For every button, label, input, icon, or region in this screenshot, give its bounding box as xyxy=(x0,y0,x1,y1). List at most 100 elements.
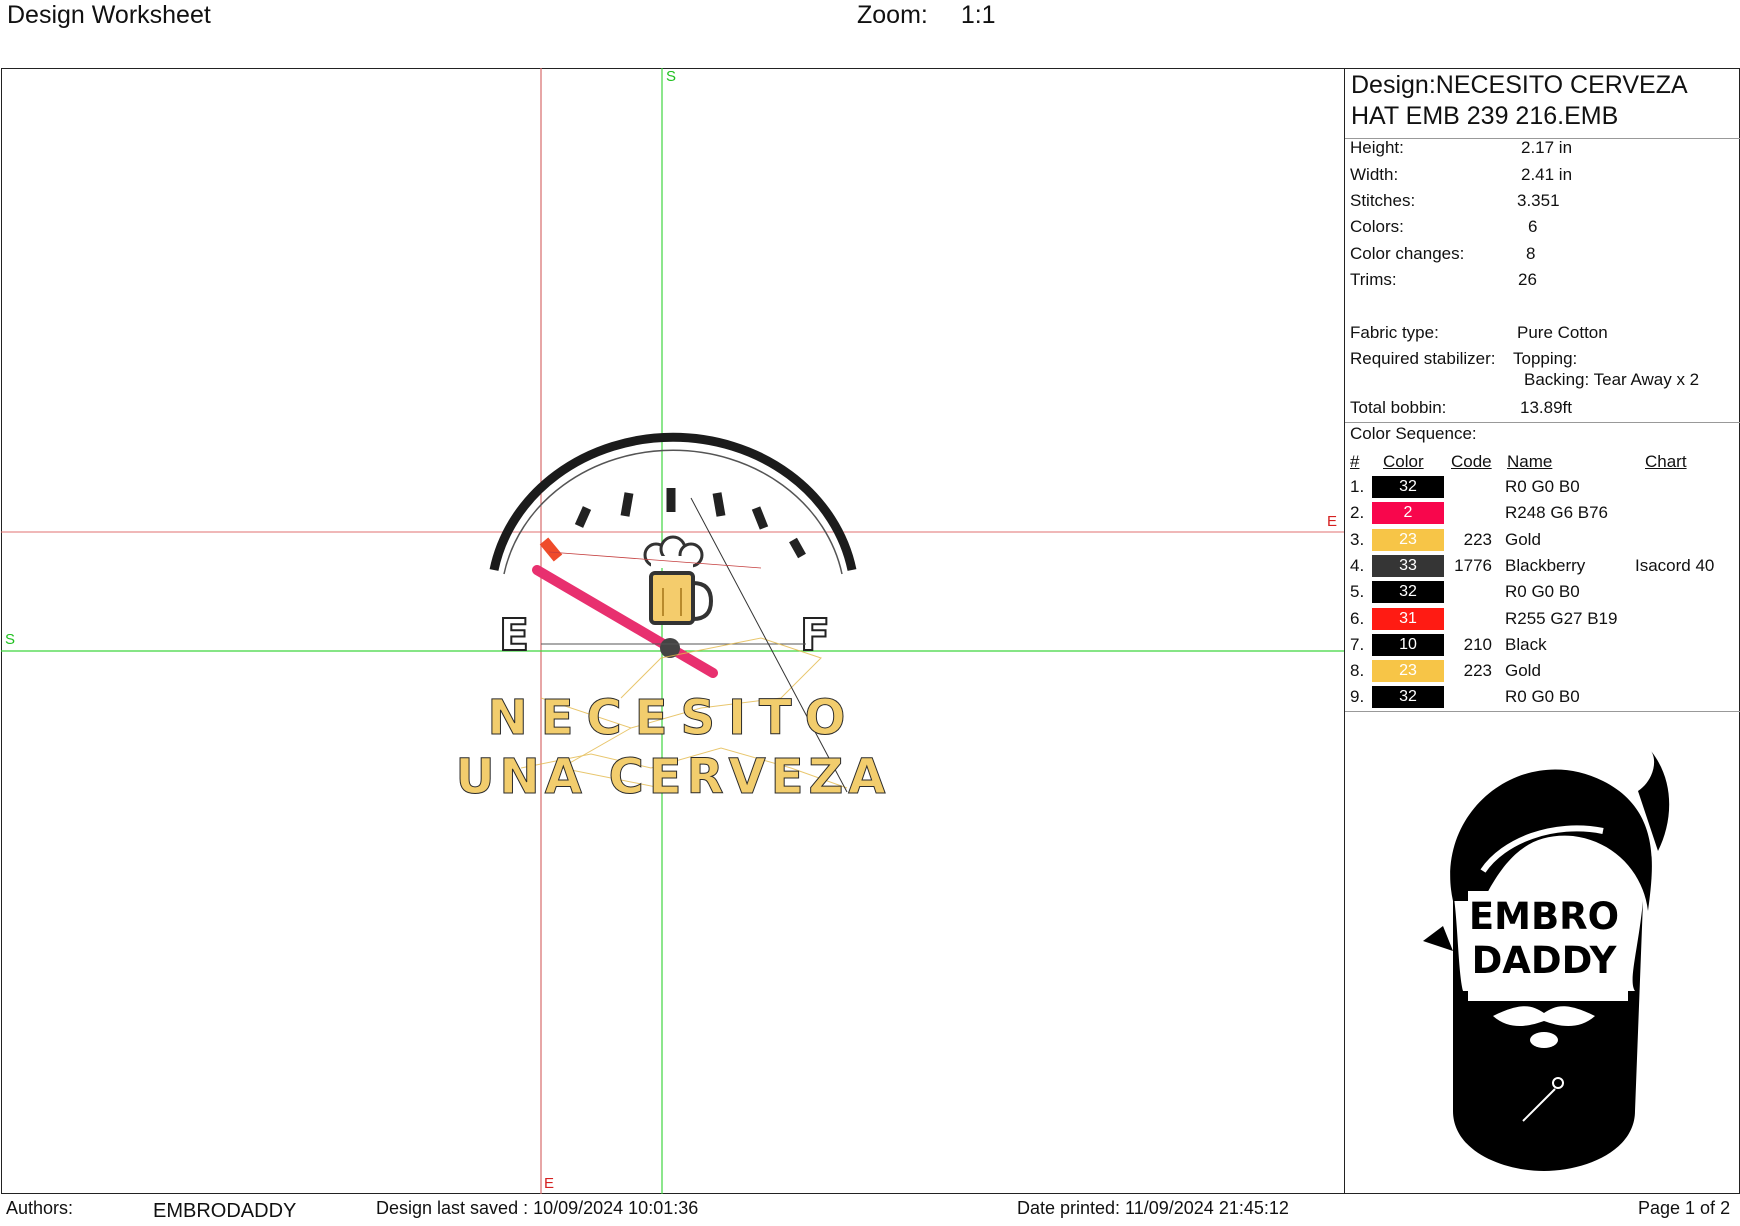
cs-row-number: 9. xyxy=(1350,687,1365,707)
design-info-panel: Design:NECESITO CERVEZA HAT EMB 239 216.… xyxy=(1344,68,1740,1194)
prop-label: Width: xyxy=(1350,165,1399,184)
color-swatch: 32 xyxy=(1372,686,1444,709)
color-swatch: 32 xyxy=(1372,581,1444,604)
prop-width: Width: 2.41 in xyxy=(1350,163,1730,187)
prop-label: Color changes: xyxy=(1350,244,1465,263)
empty-marker xyxy=(539,537,563,562)
color-swatch: 32 xyxy=(1372,476,1444,498)
cs-row-number: 8. xyxy=(1350,661,1365,681)
design-title: Design:NECESITO CERVEZA HAT EMB 239 216.… xyxy=(1351,70,1731,132)
cs-row-name: R255 G27 B19 xyxy=(1505,608,1618,628)
cs-row-name: Blackberry xyxy=(1505,555,1586,575)
design-preview: E F NECESITO UNA CERVEZA xyxy=(1,68,1344,1194)
divider xyxy=(1345,422,1740,423)
prop-label: Total bobbin: xyxy=(1350,398,1447,417)
prop-value: 6 xyxy=(1528,217,1538,236)
color-sequence-row: 3. 23 223 Gold xyxy=(1345,527,1740,553)
prop-label: Fabric type: xyxy=(1350,323,1439,342)
prop-height: Height: 2.17 in xyxy=(1350,136,1730,160)
cs-row-number: 2. xyxy=(1350,503,1365,523)
cs-header-color: Color xyxy=(1383,452,1424,471)
empty-letter: E xyxy=(499,610,529,661)
guide-label-top: S xyxy=(666,68,677,85)
embrodaddy-logo: EMBRO DADDY xyxy=(1423,751,1670,1171)
cs-header-code: Code xyxy=(1451,452,1492,471)
prop-label: Stitches: xyxy=(1350,191,1416,210)
cs-row-number: 5. xyxy=(1350,582,1365,602)
guide-label-right: E xyxy=(1327,513,1338,530)
cs-header-name: Name xyxy=(1507,452,1553,471)
logo-line2: DADDY xyxy=(1472,939,1618,982)
prop-label: Height: xyxy=(1350,138,1404,157)
date-printed: Date printed: 11/09/2024 21:45:12 xyxy=(1017,1198,1289,1218)
prop-value: Pure Cotton xyxy=(1517,323,1608,342)
prop-value: 8 xyxy=(1526,244,1536,263)
design-canvas: E F NECESITO UNA CERVEZA S S E E xyxy=(1,68,1344,1194)
cs-row-number: 7. xyxy=(1350,634,1365,654)
cs-row-code: 210 xyxy=(1463,634,1492,654)
color-sequence-row: 9. 32 R0 G0 B0 xyxy=(1345,684,1740,710)
cs-row-code: 1776 xyxy=(1454,555,1492,575)
prop-fabric: Fabric type: Pure Cotton xyxy=(1350,321,1730,345)
cs-header-num: # xyxy=(1350,452,1360,471)
cs-row-name: R0 G0 B0 xyxy=(1505,687,1580,707)
guide-label-left: S xyxy=(5,631,16,648)
beer-mug-icon xyxy=(643,535,714,625)
design-title-line2: HAT EMB 239 216.EMB xyxy=(1351,102,1619,130)
full-letter: F xyxy=(800,610,830,661)
logo-line1: EMBRO xyxy=(1469,895,1619,938)
prop-label: Trims: xyxy=(1350,270,1397,289)
color-sequence-row: 7. 10 210 Black xyxy=(1345,632,1740,658)
cs-row-name: Gold xyxy=(1505,661,1541,681)
cs-row-number: 6. xyxy=(1350,608,1365,628)
zoom-value: 1:1 xyxy=(960,1,996,29)
color-sequence-row: 6. 31 R255 G27 B19 xyxy=(1345,606,1740,632)
color-swatch: 31 xyxy=(1372,607,1444,630)
page-number: Page 1 of 2 xyxy=(1638,1198,1731,1218)
prop-backing-value: Backing: Tear Away x 2 xyxy=(1524,370,1700,389)
prop-bobbin: Total bobbin: 13.89ft xyxy=(1350,396,1730,420)
zoom-indicator: Zoom: 1:1 xyxy=(857,0,996,30)
prop-value: 2.41 in xyxy=(1521,165,1573,184)
authors-value: EMBRODADDY xyxy=(153,1200,297,1222)
prop-value: 2.17 in xyxy=(1521,138,1573,157)
last-saved: Design last saved : 10/09/2024 10:01:36 xyxy=(376,1198,699,1218)
cs-row-number: 4. xyxy=(1350,555,1365,575)
worksheet-footer: Authors: EMBRODADDY Design last saved : … xyxy=(0,1194,1740,1226)
cs-row-name: R248 G6 B76 xyxy=(1505,503,1609,523)
cs-row-name: Black xyxy=(1505,634,1547,654)
worksheet-title: Design Worksheet xyxy=(7,1,211,29)
prop-color-changes: Color changes: 8 xyxy=(1350,242,1730,266)
prop-value: 3.351 xyxy=(1517,191,1560,210)
color-sequence-row: 5. 32 R0 G0 B0 xyxy=(1345,579,1740,605)
design-title-line1: Design:NECESITO CERVEZA xyxy=(1351,71,1688,99)
color-sequence-label: Color Sequence: xyxy=(1350,424,1477,443)
cs-row-name: R0 G0 B0 xyxy=(1505,582,1580,602)
prop-colors: Colors: 6 xyxy=(1350,215,1730,239)
cs-row-number: 1. xyxy=(1350,477,1365,496)
divider xyxy=(1345,711,1740,712)
prop-trims: Trims: 26 xyxy=(1350,268,1730,292)
color-sequence-row: 1. 32 R0 G0 B0 xyxy=(1345,474,1740,500)
design-text-line1: NECESITO xyxy=(488,690,859,746)
cs-header-chart: Chart xyxy=(1645,452,1687,471)
zoom-label: Zoom: xyxy=(857,1,928,29)
guide-label-bottom: E xyxy=(544,1175,555,1192)
cs-row-code: 223 xyxy=(1463,661,1492,681)
prop-label: Colors: xyxy=(1350,217,1404,236)
prop-value: 26 xyxy=(1518,270,1537,289)
prop-value: 13.89ft xyxy=(1520,398,1572,417)
cs-row-chart: Isacord 40 xyxy=(1635,555,1715,575)
cs-row-number: 3. xyxy=(1350,529,1365,549)
color-sequence-row: 8. 23 223 Gold xyxy=(1345,658,1740,684)
cs-row-code: 223 xyxy=(1463,529,1492,549)
color-swatch: 2 xyxy=(1372,502,1444,525)
authors-label: Authors: xyxy=(6,1198,74,1218)
cs-row-name: Gold xyxy=(1505,529,1541,549)
color-sequence-row: 2. 2 R248 G6 B76 xyxy=(1345,500,1740,526)
color-sequence-row: 4. 33 1776 Blackberry Isacord 40 xyxy=(1345,553,1740,579)
prop-stitches: Stitches: 3.351 xyxy=(1350,189,1730,213)
design-text-line2: UNA CERVEZA xyxy=(456,749,891,805)
prop-backing: Backing: Tear Away x 2 xyxy=(1350,368,1730,392)
cs-row-name: R0 G0 B0 xyxy=(1505,477,1580,496)
